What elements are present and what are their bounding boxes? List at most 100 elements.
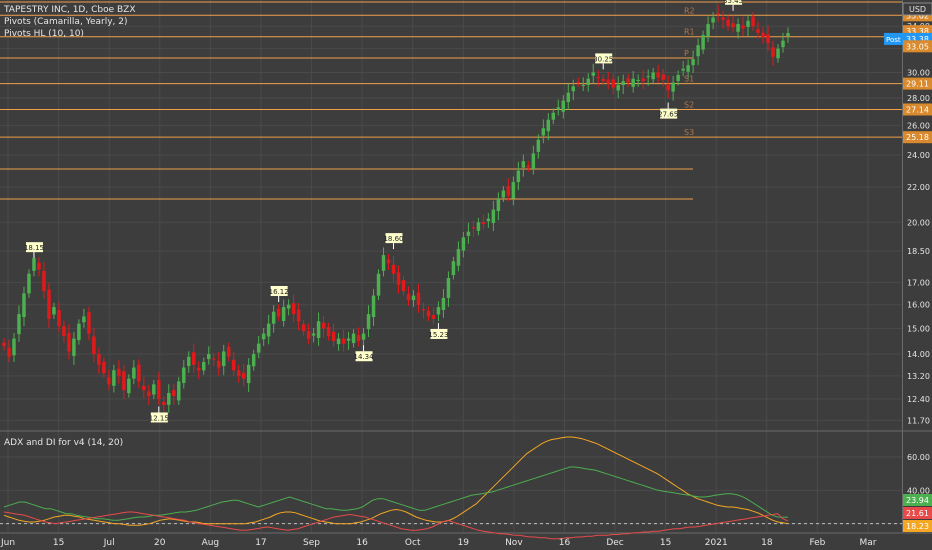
candle-body [516,170,521,183]
adx-value-tag: 18.23 [906,522,929,531]
candle-body [686,65,690,72]
candle-body [366,314,371,330]
candle-body [276,308,281,317]
candle-body [346,338,351,341]
candle-body [441,297,446,311]
candle-body [491,209,496,224]
candle-body [406,294,411,301]
x-tick-label: 20 [154,538,166,548]
pivot-label: S3 [684,128,694,137]
price-tag-value: 25.18 [906,133,929,142]
candle-body [566,92,571,103]
pivot-label: R1 [684,28,695,37]
x-tick-label: 2021 [705,538,728,548]
price-chart[interactable]: R3 R2 R1 P S1 S2 S3 18.15 12.15 16.12 14.34 18.60 1… [0,0,932,550]
candle-body [656,72,660,78]
adx-y-tick-label: 40.00 [907,486,930,495]
candle-body [671,82,675,92]
candle-body [331,331,336,342]
candle-body [266,323,271,337]
candle-body [536,139,541,152]
candle-body [541,128,546,136]
y-tick-label: 24.00 [907,151,930,160]
candle-body [271,311,276,324]
candle-body [32,258,36,271]
candle-body [226,347,231,357]
price-tag-value: 33.05 [906,42,929,51]
candle-body [376,273,381,296]
pivot-label: R3 [684,0,695,2]
candle-body [321,322,326,329]
candle-body [371,295,376,318]
y-tick-label: 18.50 [907,247,930,256]
candle-body [167,393,171,405]
candle-body [776,48,780,59]
chart-background [0,0,932,550]
candle-body [476,222,481,231]
x-tick-label: Jun [0,538,15,548]
candle-body [621,81,625,85]
marker-label: 14.34 [354,353,375,361]
candle-body [2,342,6,347]
indicator-pivots-hl[interactable]: Pivots HL (10, 10) [4,28,136,40]
candle-body [616,84,620,91]
marker-label: 15.23 [428,331,448,339]
candle-body [436,307,441,315]
candle-body [481,222,486,225]
candle-body [426,310,431,317]
x-tick-label: Sep [303,538,320,548]
candle-body [316,321,321,339]
candle-body [291,303,296,315]
post-market-tag-name: Post [886,36,901,44]
marker-label: 18.60 [383,235,403,243]
candle-body [62,326,66,337]
marker-label: 27.65 [658,111,678,119]
candle-body [261,333,266,340]
pivot-label: S1 [684,75,694,84]
candle-body [786,33,790,37]
candle-body [521,161,526,168]
candle-body [611,79,615,88]
candle-body [416,292,421,305]
candle-body [22,293,26,318]
candle-body [496,199,501,212]
candle-body [661,74,665,80]
candle-body [751,16,755,27]
candle-body [431,315,436,319]
candle-body [486,218,491,222]
marker-label: 12.15 [149,414,169,422]
candle-body [401,280,406,292]
candle-body [306,331,311,339]
candle-body [471,227,476,229]
adx-legend: ADX and DI for v4 (14, 20) [4,437,123,449]
candle-body [421,309,426,311]
currency-label: USD [909,5,926,14]
candle-body [706,24,710,37]
candle-body [561,100,566,112]
price-tag-value: 27.14 [906,105,929,114]
x-tick-label: 18 [761,538,773,548]
candle-body [17,314,21,335]
symbol-title[interactable]: TAPESTRY INC, 1D, Cboe BZX [4,4,136,16]
indicator-adx-di[interactable]: ADX and DI for v4 (14, 20) [4,437,123,449]
candle-body [591,72,595,76]
candle-body [281,307,286,321]
candle-body [256,343,261,353]
x-tick-label: 17 [255,538,266,548]
y-tick-label: 15.00 [907,325,930,334]
marker-label: 18.15 [24,244,44,252]
candle-body [142,385,146,391]
candle-body [127,378,131,394]
candle-body [221,351,226,367]
candle-body [446,278,451,298]
candle-body [211,358,216,360]
candle-body [391,264,396,274]
price-tag-value: 29.11 [906,80,929,89]
marker-label: 30.25 [593,55,613,63]
candle-body [137,364,141,382]
candle-body [197,367,201,371]
candle-body [72,338,76,356]
candle-body [107,377,111,385]
indicator-pivots-camarilla[interactable]: Pivots (Camarilla, Yearly, 2) [4,16,136,28]
candle-body [601,78,605,82]
